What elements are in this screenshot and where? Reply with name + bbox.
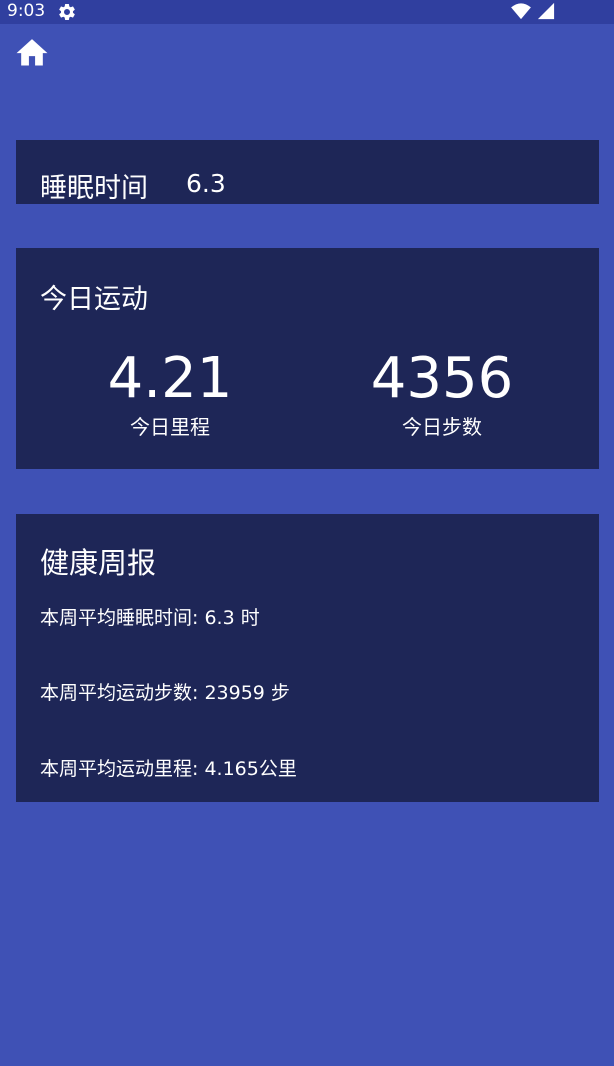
sleep-time-value: 6.3 xyxy=(186,169,226,198)
status-bar: 9:03 xyxy=(0,0,614,24)
today-activity-card: 今日运动 4.21 今日里程 4356 今日步数 xyxy=(16,248,599,469)
weekly-report-title: 健康周报 xyxy=(40,546,157,580)
today-steps-metric: 4356 今日步数 xyxy=(332,344,552,442)
weekly-avg-steps: 本周平均运动步数: 23959 步 xyxy=(40,682,290,704)
wifi-icon xyxy=(511,3,531,20)
settings-gear-icon xyxy=(59,3,75,20)
today-distance-metric: 4.21 今日里程 xyxy=(60,344,280,442)
sleep-card: 睡眠时间 6.3 xyxy=(16,140,599,204)
weekly-avg-distance: 本周平均运动里程: 4.165公里 xyxy=(40,758,297,780)
today-steps-value: 4356 xyxy=(370,346,514,411)
weekly-report-card: 健康周报 本周平均睡眠时间: 6.3 时 本周平均运动步数: 23959 步 本… xyxy=(16,514,599,802)
today-distance-label: 今日里程 xyxy=(130,415,210,439)
cell-signal-icon xyxy=(537,2,555,20)
status-time: 9:03 xyxy=(7,1,46,21)
today-distance-value: 4.21 xyxy=(107,346,233,411)
weekly-avg-sleep: 本周平均睡眠时间: 6.3 时 xyxy=(40,607,260,629)
today-steps-label: 今日步数 xyxy=(402,415,482,439)
home-icon[interactable] xyxy=(13,33,51,67)
sleep-time-label: 睡眠时间 xyxy=(40,173,148,204)
today-activity-title: 今日运动 xyxy=(40,284,148,315)
